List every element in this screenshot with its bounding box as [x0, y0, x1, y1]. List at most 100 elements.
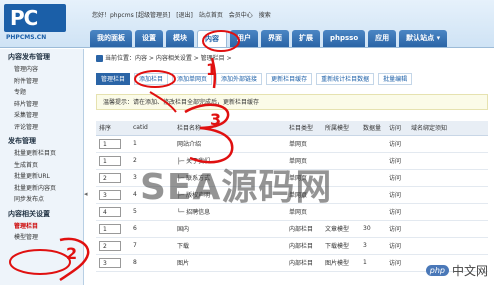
sidebar-item-blocks[interactable]: 碎片管理 [0, 99, 83, 111]
nav-tab-phpsso[interactable]: phpsso [323, 30, 366, 47]
category-type-cell: 单网页 [286, 135, 322, 153]
count-cell [360, 135, 386, 153]
search-link[interactable]: 搜索 [259, 12, 271, 19]
col-header-catid[interactable]: catid [130, 121, 174, 136]
col-header-visit[interactable]: 访问 [386, 121, 408, 136]
col-header-model[interactable]: 所属模型 [322, 121, 360, 136]
sort-order-input[interactable]: 3 [99, 257, 121, 268]
subtab-bar: 管理栏目 添加栏目 添加单网页 添加外部链接 更新栏目缓存 重新统计栏目数据 批… [96, 73, 413, 85]
catid-cell: 8 [130, 254, 174, 272]
logo-main-text: PC [10, 6, 38, 30]
subtab-add-external-link[interactable]: 添加外部链接 [216, 73, 263, 85]
subtab-manage-categories[interactable]: 管理栏目 [96, 73, 131, 85]
logout-link[interactable]: [退出] [176, 12, 193, 19]
nav-tab-panel[interactable]: 我的面板 [90, 30, 132, 47]
main-nav: 我的面板 设置 模块 内容 用户 界面 扩展 phpsso 应用 默认站点 ▾ [90, 30, 448, 47]
corner-logo-badge: php [425, 264, 449, 276]
nav-tab-content[interactable]: 内容 [197, 30, 227, 47]
nav-tab-users[interactable]: 用户 [230, 30, 258, 47]
count-cell [360, 152, 386, 170]
category-type-cell: 内部栏目 [286, 237, 322, 255]
sidebar-item-manage-categories[interactable]: 管理栏目 [0, 221, 83, 233]
nav-tab-modules[interactable]: 模块 [166, 30, 194, 47]
catid-cell: 1 [130, 135, 174, 153]
sidebar-item-collect[interactable]: 采集管理 [0, 110, 83, 122]
breadcrumb: 当前位置：内容 > 内容相关设置 > 管理栏目 > [96, 53, 232, 62]
sidebar-group-publish[interactable]: 发布管理 [0, 133, 83, 148]
count-cell: 30 [360, 220, 386, 238]
member-center-link[interactable]: 会员中心 [229, 12, 253, 19]
sidebar-item-update-urls[interactable]: 批量更新URL [0, 171, 83, 183]
sidebar-group-content-settings[interactable]: 内容相关设置 [0, 206, 83, 221]
subtab-recount-data[interactable]: 重新统计栏目数据 [316, 73, 375, 85]
site-home-link[interactable]: 站点首页 [199, 12, 223, 19]
model-cell: 文章模型 [322, 220, 360, 238]
visit-link[interactable]: 访问 [386, 237, 408, 255]
nav-tab-interface[interactable]: 界面 [261, 30, 289, 47]
table-row: 1 6 国内 内部栏目 文章模型 30 访问 [96, 220, 488, 238]
count-cell [360, 203, 386, 221]
user-info-bar: 您好！phpcms [超级管理员] [退出] 站点首页 会员中心 搜索 [92, 10, 275, 19]
nav-tab-settings[interactable]: 设置 [135, 30, 163, 47]
watermark-text: SEA源码网 [140, 167, 333, 208]
table-row: 2 7 下载 内部栏目 下载模型 3 访问 [96, 237, 488, 255]
subtab-add-single-page[interactable]: 添加单网页 [172, 73, 213, 85]
sort-order-input[interactable]: 2 [99, 172, 121, 183]
sidebar-item-attachments[interactable]: 附件管理 [0, 76, 83, 88]
sort-order-input[interactable]: 1 [99, 155, 121, 166]
sidebar-item-comments[interactable]: 评论管理 [0, 122, 83, 134]
visit-link[interactable]: 访问 [386, 135, 408, 153]
sidebar-item-update-category-pages[interactable]: 批量更新栏目页 [0, 148, 83, 160]
sidebar-group-content-publish[interactable]: 内容发布管理 [0, 49, 83, 64]
sidebar: 内容发布管理 管理内容 附件管理 专题 碎片管理 采集管理 评论管理 发布管理 … [0, 49, 84, 285]
sort-order-input[interactable]: 1 [99, 223, 121, 234]
visit-link[interactable]: 访问 [386, 152, 408, 170]
subtab-batch-edit[interactable]: 批量编辑 [378, 73, 413, 85]
sort-order-input[interactable]: 4 [99, 206, 121, 217]
domain-cell [408, 186, 488, 204]
nav-tab-extend[interactable]: 扩展 [292, 30, 320, 47]
top-header: PC PHPCMS.CN 您好！phpcms [超级管理员] [退出] 站点首页… [0, 0, 494, 48]
sort-order-input[interactable]: 1 [99, 138, 121, 149]
col-header-domain[interactable]: 域名绑定须知 [408, 121, 488, 136]
table-header-row: 排序 catid 栏目名称 栏目类型 所属模型 数据量 访问 域名绑定须知 [96, 121, 488, 136]
category-name-cell[interactable]: 下载 [174, 237, 286, 255]
catid-cell: 6 [130, 220, 174, 238]
sidebar-item-update-content-pages[interactable]: 批量更新内容页 [0, 183, 83, 195]
sort-order-input[interactable]: 3 [99, 189, 121, 200]
col-header-name[interactable]: 栏目名称 [174, 121, 286, 136]
visit-link[interactable]: 访问 [386, 186, 408, 204]
sidebar-collapse-icon[interactable]: ◂ [84, 190, 90, 202]
model-cell [322, 135, 360, 153]
visit-link[interactable]: 访问 [386, 169, 408, 187]
col-header-count[interactable]: 数据量 [360, 121, 386, 136]
sidebar-item-models[interactable]: 模型管理 [0, 232, 83, 244]
col-header-type[interactable]: 栏目类型 [286, 121, 322, 136]
subtab-add-category[interactable]: 添加栏目 [134, 73, 169, 85]
phpcms-logo[interactable]: PC PHPCMS.CN [4, 4, 70, 46]
logo-subtext: PHPCMS.CN [6, 34, 47, 41]
corner-logo: php 中文网 [425, 261, 488, 279]
visit-link[interactable]: 访问 [386, 203, 408, 221]
subtab-update-cache[interactable]: 更新栏目缓存 [266, 73, 313, 85]
sidebar-item-generate-home[interactable]: 生成首页 [0, 160, 83, 172]
greeting-text: 您好！phpcms [超级管理员] [92, 12, 171, 19]
model-cell: 下载模型 [322, 237, 360, 255]
sidebar-item-sync-publish[interactable]: 同步发布点 [0, 194, 83, 206]
category-name-cell[interactable]: 图片 [174, 254, 286, 272]
model-cell: 图片模型 [322, 254, 360, 272]
visit-link[interactable]: 访问 [386, 254, 408, 272]
sort-order-input[interactable]: 2 [99, 240, 121, 251]
domain-cell [408, 169, 488, 187]
domain-cell [408, 220, 488, 238]
site-selector[interactable]: 默认站点 ▾ [399, 30, 448, 47]
category-name-cell[interactable]: 网站介绍 [174, 135, 286, 153]
sidebar-item-special[interactable]: 专题 [0, 87, 83, 99]
count-cell [360, 169, 386, 187]
visit-link[interactable]: 访问 [386, 220, 408, 238]
breadcrumb-text: 当前位置：内容 > 内容相关设置 > 管理栏目 > [105, 55, 232, 62]
sidebar-item-manage-content[interactable]: 管理内容 [0, 64, 83, 76]
col-header-order[interactable]: 排序 [96, 121, 130, 136]
nav-tab-apps[interactable]: 应用 [368, 30, 397, 47]
category-name-cell[interactable]: 国内 [174, 220, 286, 238]
